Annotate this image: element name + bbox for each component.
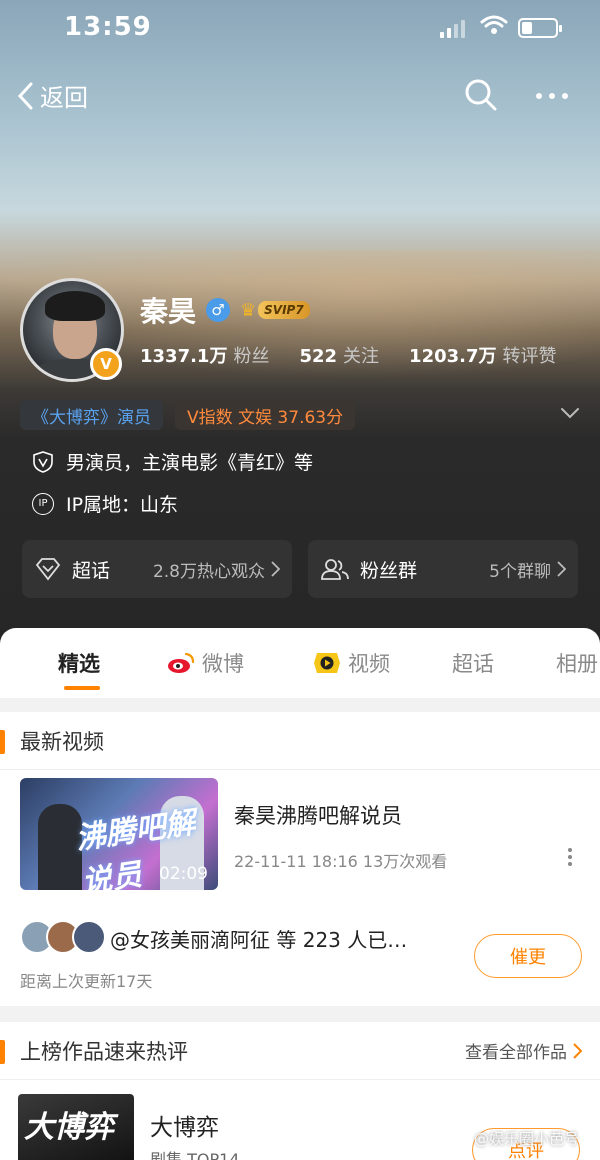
tab-featured[interactable]: 精选 bbox=[58, 648, 100, 678]
stat-interactions[interactable]: 1203.7万 转评赞 bbox=[409, 342, 556, 368]
work-rank: 剧集 TOP14 bbox=[150, 1150, 240, 1160]
cellular-signal-icon bbox=[440, 20, 465, 38]
search-icon[interactable] bbox=[464, 78, 498, 112]
stat-following[interactable]: 522 关注 bbox=[299, 342, 379, 368]
view-all-works-link[interactable]: 查看全部作品 bbox=[465, 1038, 582, 1063]
tab-album[interactable]: 相册 bbox=[556, 648, 598, 678]
status-bar: 13:59 bbox=[0, 0, 600, 56]
svip-badge[interactable]: ♛ SVIP7 bbox=[240, 300, 310, 321]
latest-videos-section: 最新视频 沸腾吧解说员 02:09 秦昊沸腾吧解说员 22-11-11 18:1… bbox=[0, 712, 600, 1006]
gender-male-icon: ♂ bbox=[206, 298, 231, 322]
user-name: 秦昊 bbox=[140, 295, 197, 328]
chevron-right-icon bbox=[573, 1042, 582, 1059]
more-dot-icon bbox=[549, 93, 555, 99]
tab-weibo[interactable]: 微博 bbox=[166, 648, 244, 678]
shield-v-icon bbox=[33, 450, 53, 473]
video-title[interactable]: 秦昊沸腾吧解说员 bbox=[234, 800, 402, 830]
work-poster[interactable]: 大博弈 bbox=[18, 1094, 134, 1160]
avatar bbox=[72, 920, 106, 954]
tab-video[interactable]: 视频 bbox=[312, 648, 390, 678]
verify-info-row: 男演员，主演电影《青红》等 bbox=[32, 448, 313, 475]
fan-group-card[interactable]: 粉丝群 5个群聊 bbox=[308, 540, 578, 598]
top-works-section: 上榜作品速来热评 查看全部作品 大博弈 大博弈 剧集 TOP14 点评 @娱乐圈… bbox=[0, 1022, 600, 1160]
fans-waiting-text: @女孩美丽滴阿征 等 223 人已… bbox=[110, 928, 408, 952]
profile-tabs: 精选 微博 视频 超话 相册 bbox=[0, 628, 600, 698]
last-update-note: 距离上次更新17天 bbox=[20, 972, 153, 991]
more-dot-icon bbox=[562, 93, 568, 99]
super-topic-card[interactable]: 超话 2.8万热心观众 bbox=[22, 540, 292, 598]
latest-videos-header: 最新视频 bbox=[0, 712, 600, 770]
ip-info-row: IP IP属地：山东 bbox=[32, 490, 178, 517]
video-meta: 22-11-11 18:16 13万次观看 bbox=[234, 852, 448, 871]
more-options-button[interactable] bbox=[536, 82, 576, 110]
role-tag[interactable]: 《大博弈》演员 bbox=[20, 400, 163, 430]
crown-icon: ♛ bbox=[240, 299, 257, 321]
super-topic-title: 超话 bbox=[72, 559, 111, 582]
group-people-icon bbox=[321, 559, 349, 580]
top-nav: 返回 bbox=[0, 72, 600, 120]
battery-icon bbox=[518, 18, 562, 38]
verify-info-text: 男演员，主演电影《青红》等 bbox=[66, 452, 314, 474]
tab-active-indicator bbox=[64, 686, 100, 690]
super-topic-sub: 2.8万热心观众 bbox=[153, 557, 280, 582]
back-label: 返回 bbox=[40, 84, 88, 112]
more-dot-icon bbox=[536, 93, 542, 99]
back-button[interactable]: 返回 bbox=[16, 78, 88, 113]
entry-cards: 超话 2.8万热心观众 粉丝群 5个群聊 bbox=[22, 540, 578, 598]
video-thumbnail[interactable]: 沸腾吧解说员 02:09 bbox=[20, 778, 218, 890]
top-works-header: 上榜作品速来热评 查看全部作品 bbox=[0, 1022, 600, 1080]
fan-avatars bbox=[20, 920, 106, 954]
diamond-icon bbox=[35, 558, 61, 581]
profile-tags: 《大博弈》演员 V指数 文娱 37.63分 bbox=[20, 400, 356, 430]
video-more-button[interactable] bbox=[568, 848, 572, 866]
ip-location-icon: IP bbox=[32, 492, 54, 515]
profile-stats: 1337.1万 粉丝 522 关注 1203.7万 转评赞 bbox=[140, 342, 557, 368]
video-play-icon bbox=[314, 653, 340, 673]
wifi-icon bbox=[480, 15, 508, 34]
section-title: 上榜作品速来热评 bbox=[20, 1039, 188, 1064]
v-index-tag[interactable]: V指数 文娱 37.63分 bbox=[175, 400, 356, 430]
video-duration: 02:09 bbox=[159, 864, 208, 884]
status-time: 13:59 bbox=[64, 12, 152, 42]
ip-info-text: IP属地：山东 bbox=[66, 494, 179, 516]
svip-label: SVIP7 bbox=[258, 301, 310, 319]
name-row: 秦昊 ♂ ♛ SVIP7 bbox=[140, 290, 310, 330]
section-title: 最新视频 bbox=[20, 729, 104, 754]
work-title: 大博弈 bbox=[150, 1115, 219, 1141]
weibo-logo-icon bbox=[168, 652, 195, 673]
chevron-left-icon bbox=[17, 82, 33, 109]
fan-group-title: 粉丝群 bbox=[360, 559, 418, 582]
chevron-down-icon[interactable] bbox=[560, 406, 580, 420]
watermark: @娱乐圈小芭号 bbox=[474, 1130, 580, 1148]
chevron-right-icon bbox=[271, 561, 280, 577]
chevron-right-icon bbox=[557, 561, 566, 577]
tab-super-topic[interactable]: 超话 bbox=[452, 648, 494, 678]
fan-group-sub: 5个群聊 bbox=[489, 557, 566, 582]
urge-update-button[interactable]: 催更 bbox=[474, 934, 582, 978]
verified-badge-icon: V bbox=[90, 348, 122, 380]
stat-followers[interactable]: 1337.1万 粉丝 bbox=[140, 342, 269, 368]
video-item[interactable]: 沸腾吧解说员 02:09 秦昊沸腾吧解说员 22-11-11 18:16 13万… bbox=[20, 778, 580, 890]
